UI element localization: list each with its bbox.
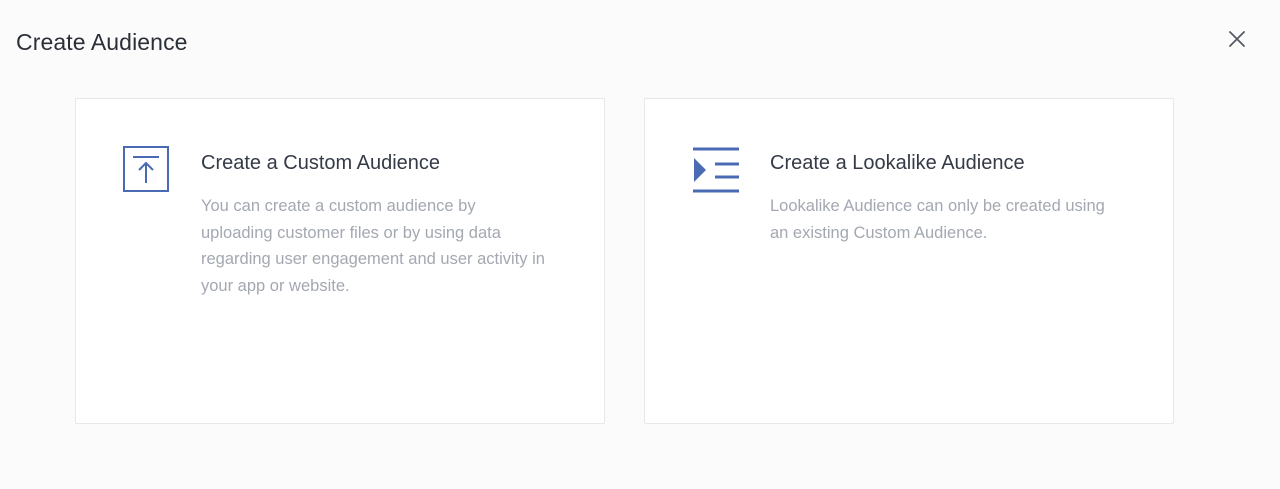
list-indent-icon [691,145,741,195]
custom-audience-title: Create a Custom Audience [201,152,441,174]
lookalike-audience-title: Create a Lookalike Audience [770,152,1025,174]
upload-icon [122,145,172,195]
close-button[interactable] [1224,26,1250,52]
close-icon [1229,31,1245,47]
lookalike-audience-option[interactable]: Create a Lookalike Audience Lookalike Au… [644,98,1174,424]
dialog-title: Create Audience [16,29,188,55]
custom-audience-description: You can create a custom audience by uplo… [201,197,545,295]
create-audience-dialog: Create Audience Create a Custom Audience… [0,0,1280,489]
lookalike-audience-description: Lookalike Audience can only be created u… [770,197,1105,242]
custom-audience-option[interactable]: Create a Custom Audience You can create … [75,98,605,424]
